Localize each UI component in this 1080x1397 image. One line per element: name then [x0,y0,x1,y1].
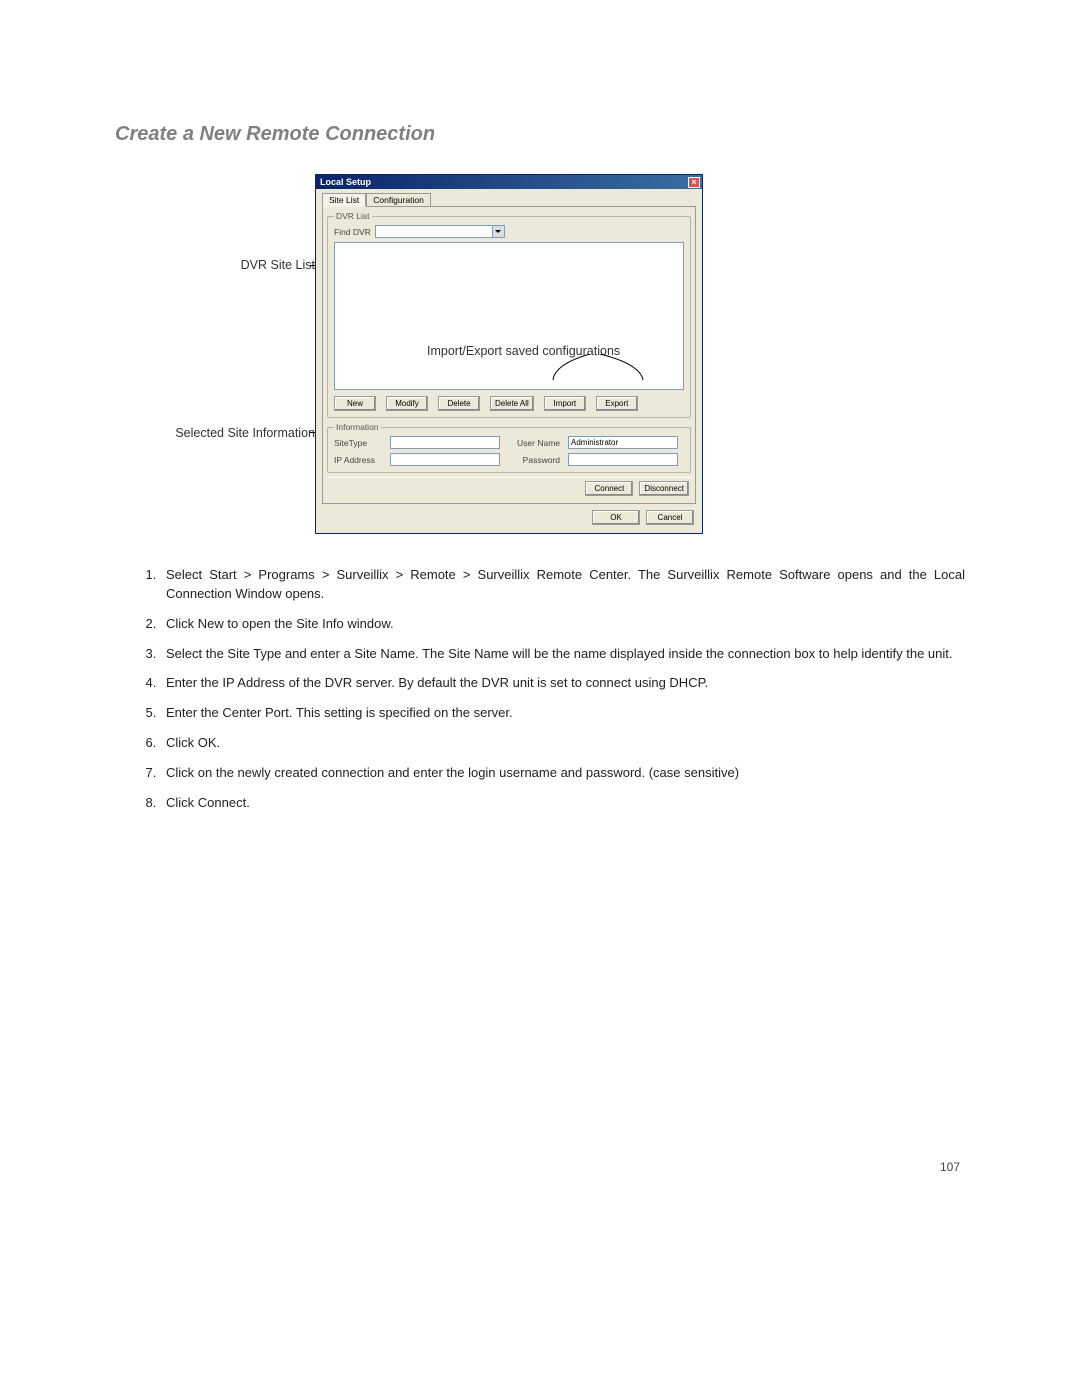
user-name-label: User Name [508,438,560,448]
window-titlebar: Local Setup × [316,175,702,189]
find-dvr-dropdown[interactable] [375,225,505,238]
password-label: Password [508,455,560,465]
callout-dvr-site-list: DVR Site List [241,258,315,272]
cancel-button[interactable]: Cancel [646,510,694,525]
find-dvr-label: Find DVR [334,227,371,237]
ok-button[interactable]: OK [592,510,640,525]
step-6: Click OK. [160,734,965,753]
information-fieldset: Information SiteType User Name Administr… [327,422,691,473]
step-3: Select the Site Type and enter a Site Na… [160,645,965,664]
dvr-list-legend: DVR List [334,211,372,221]
page-number: 107 [940,1160,960,1174]
password-input[interactable] [568,453,678,466]
step-7: Click on the newly created connection an… [160,764,965,783]
ip-address-input[interactable] [390,453,500,466]
step-5: Enter the Center Port. This setting is s… [160,704,965,723]
new-button[interactable]: New [334,396,376,411]
callout-selected-site: Selected Site Information [175,426,315,440]
delete-all-button[interactable]: Delete All [490,396,534,411]
user-name-input[interactable]: Administrator [568,436,678,449]
information-legend: Information [334,422,381,432]
close-icon[interactable]: × [688,177,700,188]
step-1: Select Start > Programs > Surveillix > R… [160,566,965,604]
connect-button[interactable]: Connect [585,481,633,496]
tab-site-list[interactable]: Site List [322,193,366,207]
export-button[interactable]: Export [596,396,638,411]
window-title: Local Setup [320,177,371,187]
step-2: Click New to open the Site Info window. [160,615,965,634]
dvr-list-fieldset: DVR List Find DVR New Modify Delete [327,211,691,418]
page-heading: Create a New Remote Connection [115,123,965,146]
chevron-down-icon[interactable] [492,226,504,237]
import-button[interactable]: Import [544,396,586,411]
step-8: Click Connect. [160,794,965,813]
delete-button[interactable]: Delete [438,396,480,411]
disconnect-button[interactable]: Disconnect [639,481,689,496]
tab-configuration[interactable]: Configuration [366,193,431,207]
ip-address-label: IP Address [334,455,382,465]
step-4: Enter the IP Address of the DVR server. … [160,674,965,693]
site-type-input[interactable] [390,436,500,449]
tab-strip: Site List Configuration [322,193,696,207]
callout-curve [545,354,665,384]
modify-button[interactable]: Modify [386,396,428,411]
instructions-list: Select Start > Programs > Surveillix > R… [115,566,965,813]
site-type-label: SiteType [334,438,382,448]
